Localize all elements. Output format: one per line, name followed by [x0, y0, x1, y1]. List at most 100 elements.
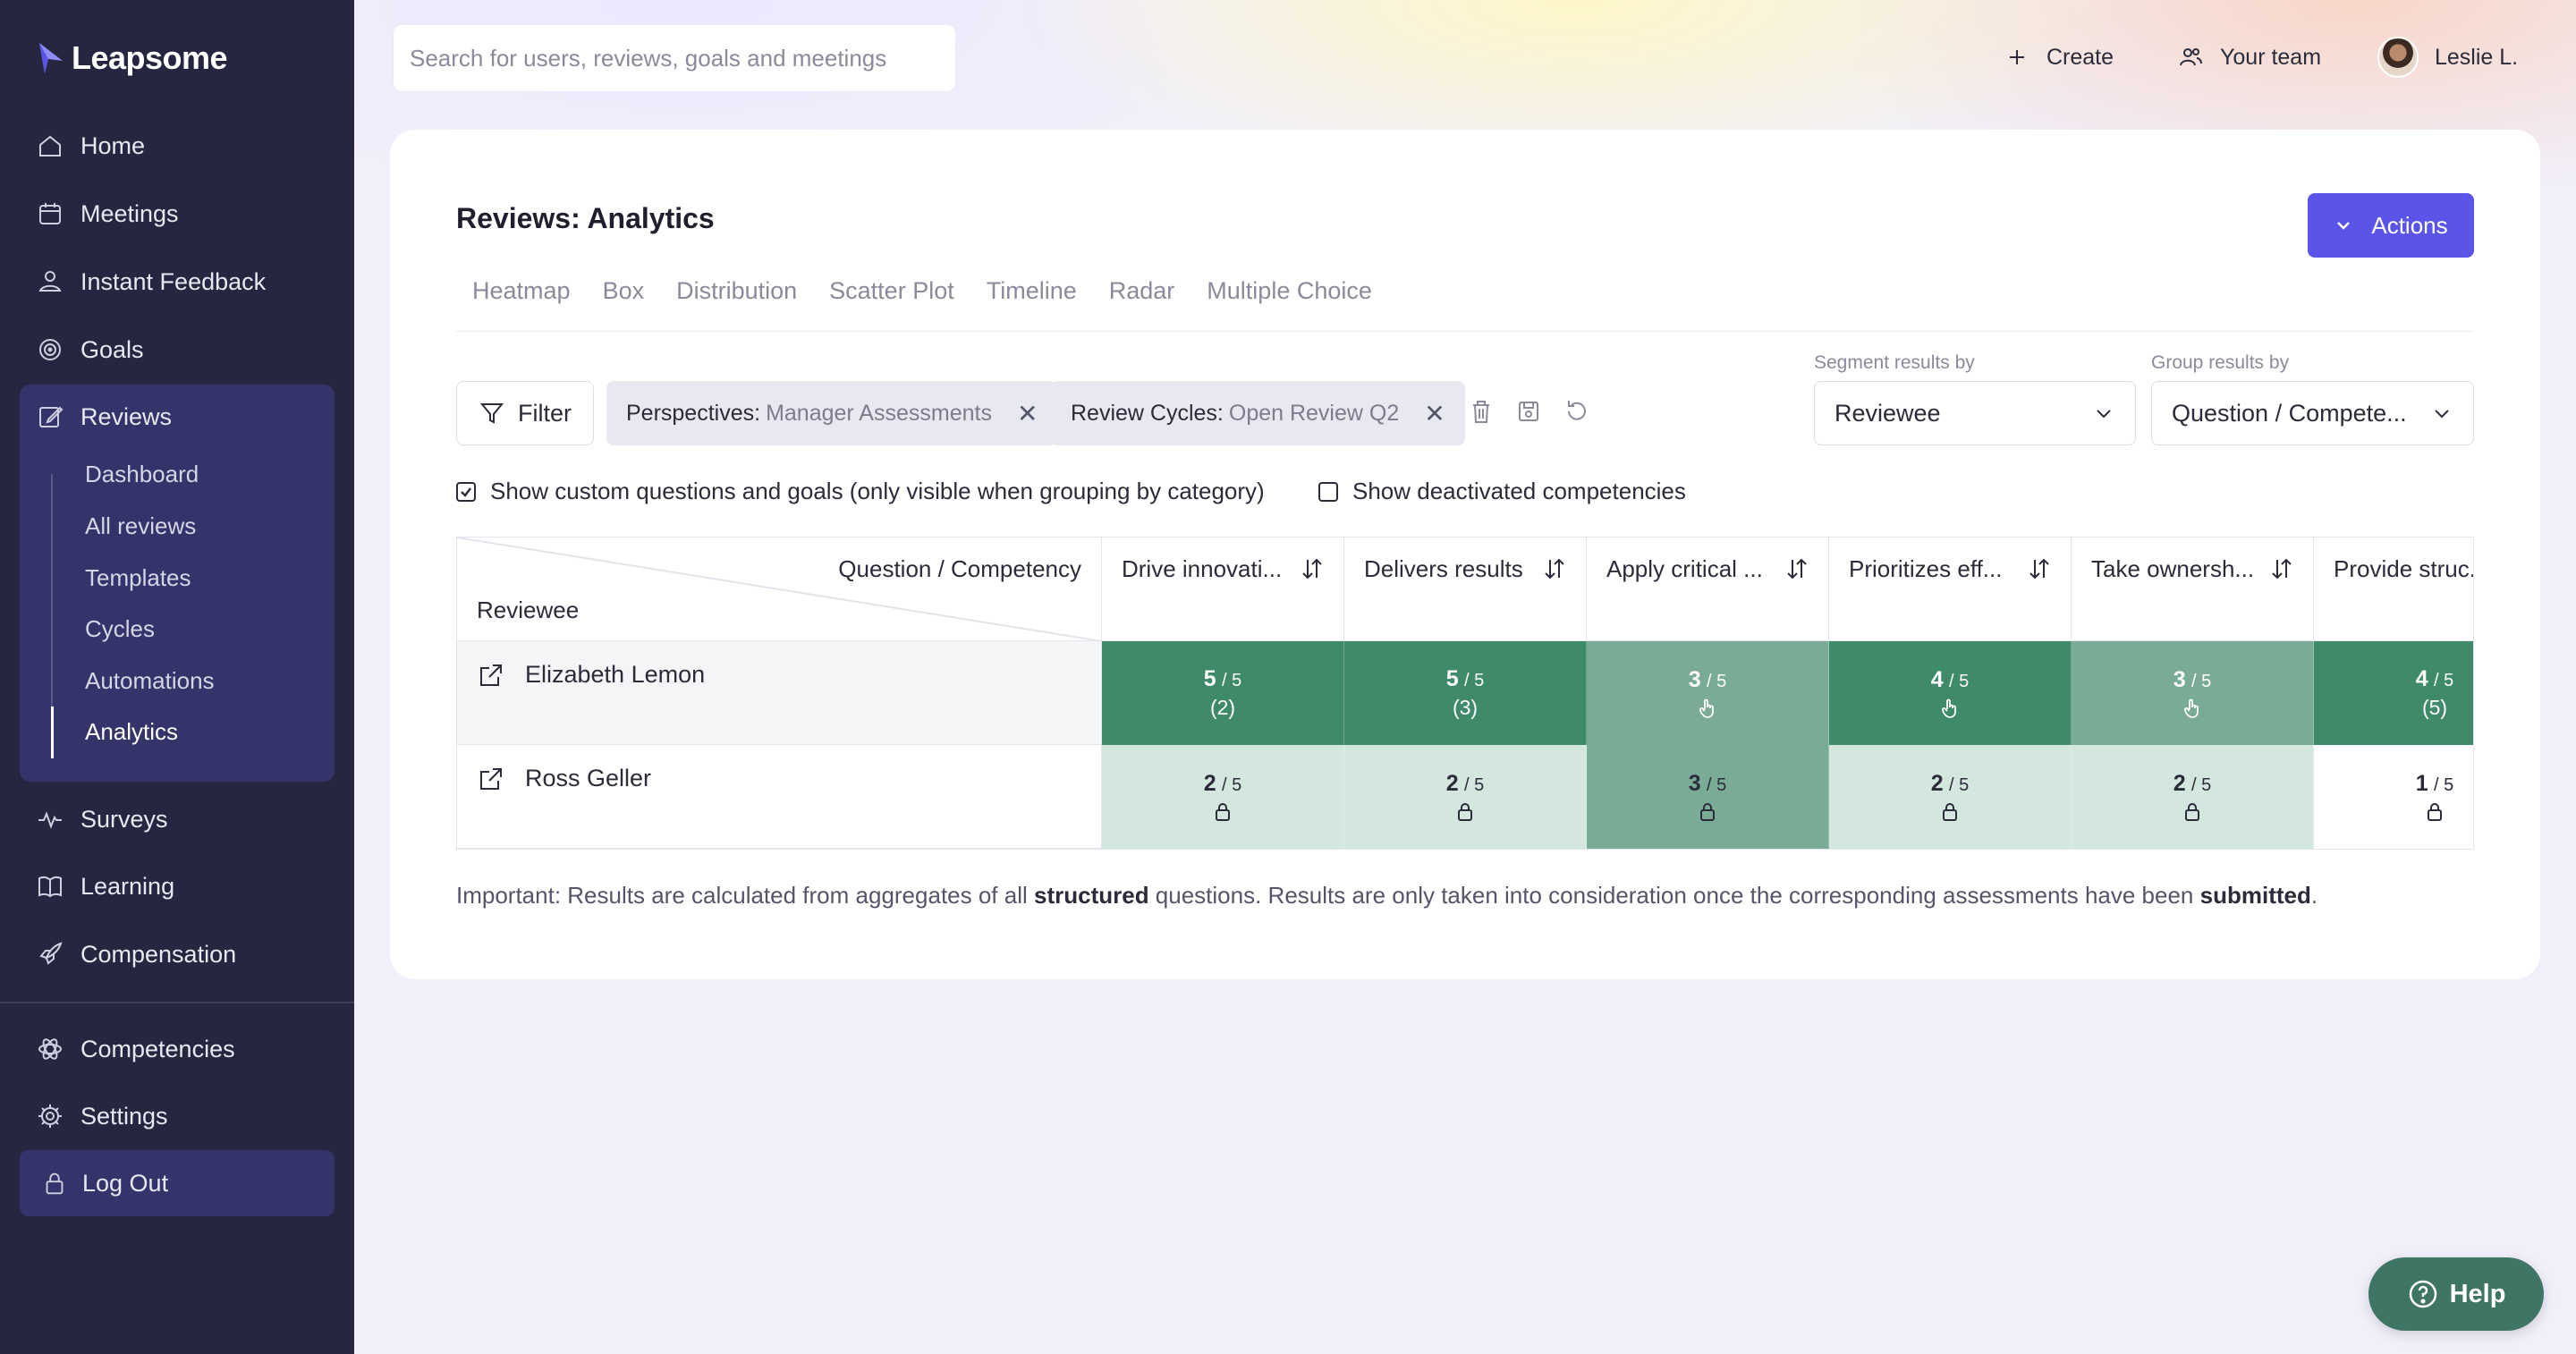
tab-radar[interactable]: Radar	[1109, 277, 1175, 305]
table-row: Elizabeth Lemon	[457, 641, 1102, 745]
heatmap-cell[interactable]: 3 / 5	[2072, 641, 2314, 745]
logout-label: Log Out	[82, 1169, 169, 1197]
score-value: 2	[1930, 770, 1944, 796]
filter-chip-perspectives: Perspectives: Manager Assessments ✕	[606, 381, 1058, 445]
nav-competencies[interactable]: Competencies	[36, 1022, 235, 1076]
nav-goals[interactable]: Goals	[36, 323, 144, 377]
nav-learning-label: Learning	[80, 872, 175, 900]
score-denominator: / 5	[2191, 671, 2212, 691]
lock-icon	[1458, 802, 1472, 821]
column-header[interactable]: Take ownersh...	[2072, 537, 2314, 641]
heatmap-cell[interactable]: 2 / 5	[2072, 745, 2314, 849]
create-button[interactable]: Create	[2004, 30, 2114, 84]
sub-item-analytics[interactable]: Analytics	[85, 709, 178, 754]
score-value: 2	[1445, 770, 1459, 796]
response-count: (5)	[2421, 696, 2448, 719]
filter-button[interactable]: Filter	[456, 381, 594, 445]
heatmap-cell[interactable]: 3 / 5	[1587, 641, 1829, 745]
column-header[interactable]: Drive innovati...	[1102, 537, 1344, 641]
tab-box[interactable]: Box	[603, 277, 645, 305]
heatmap-cell[interactable]: 5 / 5 (2)	[1102, 641, 1344, 745]
nav-instant-feedback[interactable]: Instant Feedback	[36, 255, 266, 309]
external-link-icon[interactable]	[477, 765, 505, 793]
reset-icon[interactable]	[1563, 397, 1591, 426]
close-icon[interactable]: ✕	[1424, 399, 1445, 428]
custom-questions-checkbox[interactable]	[456, 481, 476, 502]
sub-item-cycles[interactable]: Cycles	[85, 606, 155, 651]
nav-home[interactable]: Home	[36, 119, 145, 173]
column-header[interactable]: Apply critical ...	[1587, 537, 1829, 641]
tab-heatmap[interactable]: Heatmap	[472, 277, 571, 305]
deactivated-checkbox-row: Show deactivated competencies	[1318, 478, 1686, 505]
avatar	[2377, 37, 2419, 78]
sub-item-dashboard[interactable]: Dashboard	[85, 452, 199, 496]
chevron-down-icon	[2097, 410, 2111, 419]
edit-icon	[39, 406, 64, 427]
sort-icon[interactable]	[1784, 555, 1810, 582]
group-select[interactable]: Question / Compete...	[2151, 381, 2474, 445]
nav-surveys[interactable]: Surveys	[36, 792, 168, 846]
actions-button[interactable]: Actions	[2308, 193, 2474, 258]
score-denominator: / 5	[1222, 671, 1242, 690]
segment-select[interactable]: Reviewee	[1814, 381, 2136, 445]
sidebar: Leapsome Home Meetings Instant Feedback …	[0, 0, 354, 1354]
nav-learning[interactable]: Learning	[36, 859, 174, 913]
heatmap-cell[interactable]: 5 / 5 (3)	[1344, 641, 1587, 745]
score-value: 2	[2173, 770, 2186, 796]
sub-item-automations[interactable]: Automations	[85, 658, 215, 703]
nav-meetings[interactable]: Meetings	[36, 187, 179, 241]
reviewee-name[interactable]: Ross Geller	[525, 765, 651, 792]
search-input[interactable]	[393, 24, 956, 92]
cell-score: 4 / 5	[2416, 666, 2454, 692]
heatmap-cell[interactable]: 2 / 5	[1102, 745, 1344, 849]
nav-surveys-label: Surveys	[80, 805, 168, 833]
score-denominator: / 5	[1949, 774, 1970, 795]
score-denominator: / 5	[1707, 671, 1727, 691]
sub-item-templates[interactable]: Templates	[85, 555, 191, 600]
nav-reviews[interactable]: Reviews	[36, 390, 172, 444]
column-header[interactable]: Provide struc...	[2314, 537, 2473, 641]
note-bold-submitted: submitted	[2199, 882, 2311, 909]
cell-score: 4 / 5	[1931, 667, 1970, 693]
heatmap-cell[interactable]: 2 / 5	[1829, 745, 2072, 849]
logout-button[interactable]: Log Out	[20, 1150, 335, 1216]
lock-icon	[1943, 802, 1957, 821]
close-icon[interactable]: ✕	[1017, 399, 1038, 428]
heatmap-cell[interactable]: 4 / 5	[1829, 641, 2072, 745]
brand-logo[interactable]: Leapsome	[36, 39, 228, 77]
heatmap-cell[interactable]: 3 / 5	[1587, 745, 1829, 849]
heatmap-cell[interactable]: 2 / 5	[1344, 745, 1587, 849]
your-team-button[interactable]: Your team	[2177, 30, 2321, 84]
sort-icon[interactable]	[1299, 555, 1326, 582]
brand-name: Leapsome	[72, 39, 228, 76]
heatmap-cell[interactable]: 1 / 5	[2314, 745, 2473, 849]
sort-icon[interactable]	[2268, 555, 2295, 582]
nav-instant-feedback-label: Instant Feedback	[80, 267, 267, 295]
external-link-icon[interactable]	[477, 661, 505, 690]
user-menu[interactable]: Leslie L.	[2377, 30, 2518, 84]
tab-timeline[interactable]: Timeline	[987, 277, 1077, 305]
sort-icon[interactable]	[1541, 555, 1568, 582]
tab-scatter-plot[interactable]: Scatter Plot	[829, 277, 954, 305]
sort-icon[interactable]	[2026, 555, 2053, 582]
trash-icon[interactable]	[1467, 397, 1496, 426]
cell-score: 3 / 5	[2174, 667, 2212, 693]
sub-item-all-reviews[interactable]: All reviews	[85, 504, 196, 548]
cell-score: 3 / 5	[1689, 667, 1727, 693]
nav-compensation[interactable]: Compensation	[36, 927, 236, 981]
heatmap-cell[interactable]: 4 / 5 (5)	[2314, 641, 2473, 745]
atom-icon	[38, 1038, 62, 1060]
column-header[interactable]: Delivers results	[1344, 537, 1587, 641]
hand-pointer-icon	[2184, 698, 2199, 718]
nav-settings[interactable]: Settings	[36, 1089, 168, 1143]
help-button[interactable]: Help	[2368, 1257, 2544, 1331]
team-icon	[2180, 48, 2202, 66]
column-header[interactable]: Prioritizes eff...	[1829, 537, 2072, 641]
deactivated-checkbox[interactable]	[1318, 481, 1338, 502]
save-icon[interactable]	[1514, 397, 1543, 426]
tab-multiple-choice[interactable]: Multiple Choice	[1207, 277, 1372, 305]
column-header-label: Prioritizes eff...	[1849, 555, 2003, 582]
corner-row-label: Reviewee	[477, 597, 580, 623]
tab-distribution[interactable]: Distribution	[676, 277, 797, 305]
reviewee-name[interactable]: Elizabeth Lemon	[525, 661, 705, 689]
